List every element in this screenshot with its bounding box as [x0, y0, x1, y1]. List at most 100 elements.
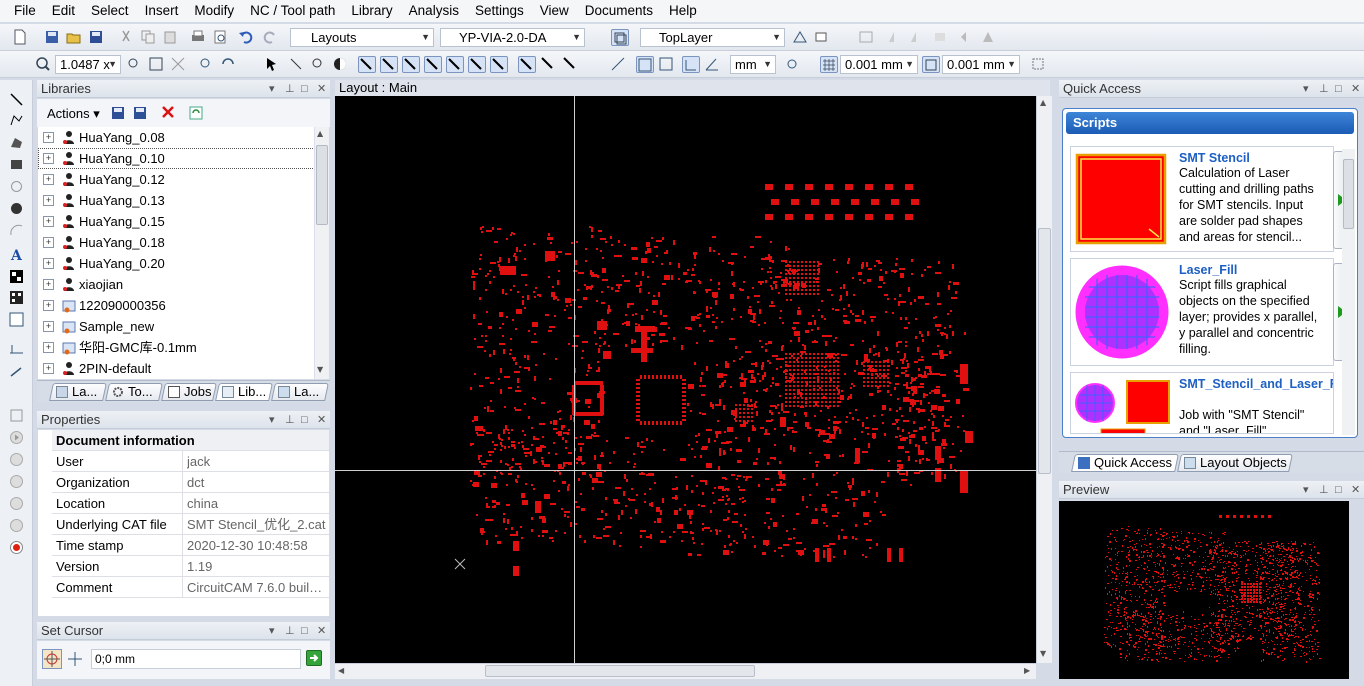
- cut-icon[interactable]: [118, 29, 136, 46]
- property-value[interactable]: SMT Stencil_优化_2.cat: [187, 514, 329, 535]
- expand-icon[interactable]: +: [43, 132, 54, 143]
- zoom-window-icon[interactable]: [126, 56, 144, 73]
- save-library-icon[interactable]: [111, 106, 125, 120]
- dimension-tool-icon[interactable]: [9, 340, 24, 355]
- menu-select[interactable]: Select: [85, 0, 135, 22]
- tab-layout-objects[interactable]: La...: [271, 383, 329, 401]
- mirror-icon[interactable]: [886, 29, 904, 46]
- grid-options-icon[interactable]: [784, 56, 802, 73]
- grid-x-field[interactable]: 0.001 mm ▼: [840, 55, 918, 74]
- favorite-icon[interactable]: [9, 496, 24, 511]
- apply-cursor-icon[interactable]: [306, 650, 322, 666]
- property-row[interactable]: Time stamp 2020-12-30 10:48:58: [52, 535, 329, 556]
- draw-tool-4-icon[interactable]: [424, 56, 442, 73]
- step-icon[interactable]: [9, 474, 24, 489]
- new-document-icon[interactable]: [12, 29, 30, 46]
- tab-layers[interactable]: La...: [49, 383, 107, 401]
- property-value[interactable]: china: [187, 493, 329, 514]
- arc-tool-icon[interactable]: [9, 223, 24, 238]
- flip-horizontal-icon[interactable]: [958, 29, 976, 46]
- expand-icon[interactable]: +: [43, 342, 54, 353]
- menu-modify[interactable]: Modify: [188, 0, 240, 22]
- maximize-icon[interactable]: □: [301, 411, 308, 429]
- scroll-down-icon[interactable]: ▼: [1040, 649, 1046, 658]
- expand-icon[interactable]: +: [43, 237, 54, 248]
- polyline-tool-icon[interactable]: [9, 113, 24, 128]
- canvas-vscroll-thumb[interactable]: [1038, 228, 1051, 474]
- refresh-icon[interactable]: [220, 56, 238, 73]
- measure-icon[interactable]: [610, 56, 628, 73]
- flip-icon[interactable]: [932, 29, 950, 46]
- panel-menu-icon[interactable]: ▾: [1303, 80, 1309, 98]
- panel-menu-icon[interactable]: ▾: [269, 80, 275, 98]
- panel-menu-icon[interactable]: ▾: [1303, 481, 1309, 499]
- expand-icon[interactable]: +: [43, 216, 54, 227]
- tab-layout-objects-right[interactable]: Layout Objects: [1177, 454, 1293, 472]
- contrast-icon[interactable]: [332, 56, 350, 73]
- expand-icon[interactable]: +: [43, 300, 54, 311]
- library-item[interactable]: + HuaYang_0.13: [38, 190, 329, 211]
- library-item[interactable]: + 华阳-GMC库-0.1mm: [38, 337, 329, 358]
- library-item[interactable]: + HuaYang_0.12: [38, 169, 329, 190]
- maximize-icon[interactable]: □: [301, 80, 308, 98]
- property-row[interactable]: Underlying CAT file SMT Stencil_优化_2.cat: [52, 514, 329, 535]
- scroll-right-icon[interactable]: ▶: [1024, 666, 1030, 675]
- circle-tool-icon[interactable]: [9, 179, 24, 194]
- snap-grid-icon[interactable]: [1030, 56, 1048, 73]
- panel-menu-icon[interactable]: ▾: [269, 411, 275, 429]
- pin-icon[interactable]: ⊥: [285, 411, 295, 429]
- delete-icon[interactable]: [161, 105, 175, 119]
- canvas-hscroll-thumb[interactable]: [485, 665, 755, 677]
- property-row[interactable]: Version 1.19: [52, 556, 329, 577]
- layouts-combo[interactable]: Layouts ▼: [290, 28, 434, 47]
- zoom-factor-combo[interactable]: 1.0487 x ▼: [55, 55, 121, 74]
- paste-icon[interactable]: [162, 29, 180, 46]
- snap-tool-2-icon[interactable]: [540, 56, 558, 73]
- expand-icon[interactable]: +: [43, 363, 54, 374]
- draw-tool-3-icon[interactable]: [402, 56, 420, 73]
- menu-file[interactable]: File: [8, 0, 42, 22]
- property-row[interactable]: User jack: [52, 451, 329, 472]
- library-item[interactable]: + HuaYang_0.10: [38, 148, 329, 169]
- library-item[interactable]: +122090000356: [38, 295, 329, 316]
- qr-tool-icon[interactable]: [9, 290, 24, 305]
- zoom-fit-icon[interactable]: [148, 56, 166, 73]
- cursor-target-icon[interactable]: [66, 650, 84, 668]
- close-icon[interactable]: ✕: [317, 80, 326, 98]
- layer-stack-icon[interactable]: [814, 29, 832, 46]
- library-item[interactable]: + xiaojian: [38, 274, 329, 295]
- line-tool-icon[interactable]: [9, 92, 24, 107]
- draw-tool-2-icon[interactable]: [380, 56, 398, 73]
- menu-help[interactable]: Help: [663, 0, 703, 22]
- expand-icon[interactable]: +: [43, 195, 54, 206]
- save-all-icon[interactable]: [88, 29, 106, 46]
- select-point-icon[interactable]: [288, 56, 306, 73]
- frame-icon[interactable]: [636, 56, 654, 73]
- maximize-icon[interactable]: □: [1335, 80, 1342, 98]
- layout-canvas[interactable]: [335, 96, 1036, 663]
- scroll-down-icon[interactable]: ▼: [317, 365, 323, 374]
- scripts-scrollbar[interactable]: [1342, 149, 1355, 435]
- maximize-icon[interactable]: □: [301, 622, 308, 640]
- grid-y-field[interactable]: 0.001 mm ▼: [942, 55, 1020, 74]
- tab-libraries[interactable]: Lib...: [215, 383, 273, 401]
- zoom-in-icon[interactable]: [198, 56, 216, 73]
- layer-props-tool-icon[interactable]: [9, 408, 24, 423]
- library-item[interactable]: + HuaYang_0.20: [38, 253, 329, 274]
- script-smt-stencil[interactable]: SMT Stencil Calculation of Laser cutting…: [1070, 146, 1350, 252]
- redo-icon[interactable]: [262, 29, 280, 46]
- angle-icon[interactable]: [704, 56, 722, 73]
- fiducial-tool-icon[interactable]: [9, 312, 24, 327]
- close-icon[interactable]: ✕: [1351, 481, 1360, 499]
- measure-tool-icon[interactable]: [9, 364, 24, 379]
- layer-select[interactable]: TopLayer ▼: [640, 28, 785, 47]
- expand-icon[interactable]: +: [43, 321, 54, 332]
- library-item[interactable]: + HuaYang_0.15: [38, 211, 329, 232]
- copy-icon[interactable]: [140, 29, 158, 46]
- property-value[interactable]: jack: [187, 451, 329, 472]
- datamatrix-tool-icon[interactable]: [9, 269, 24, 284]
- scripts-scroll-thumb[interactable]: [1343, 159, 1354, 229]
- close-icon[interactable]: ✕: [317, 622, 326, 640]
- menu-insert[interactable]: Insert: [139, 0, 185, 22]
- menu-library[interactable]: Library: [345, 0, 398, 22]
